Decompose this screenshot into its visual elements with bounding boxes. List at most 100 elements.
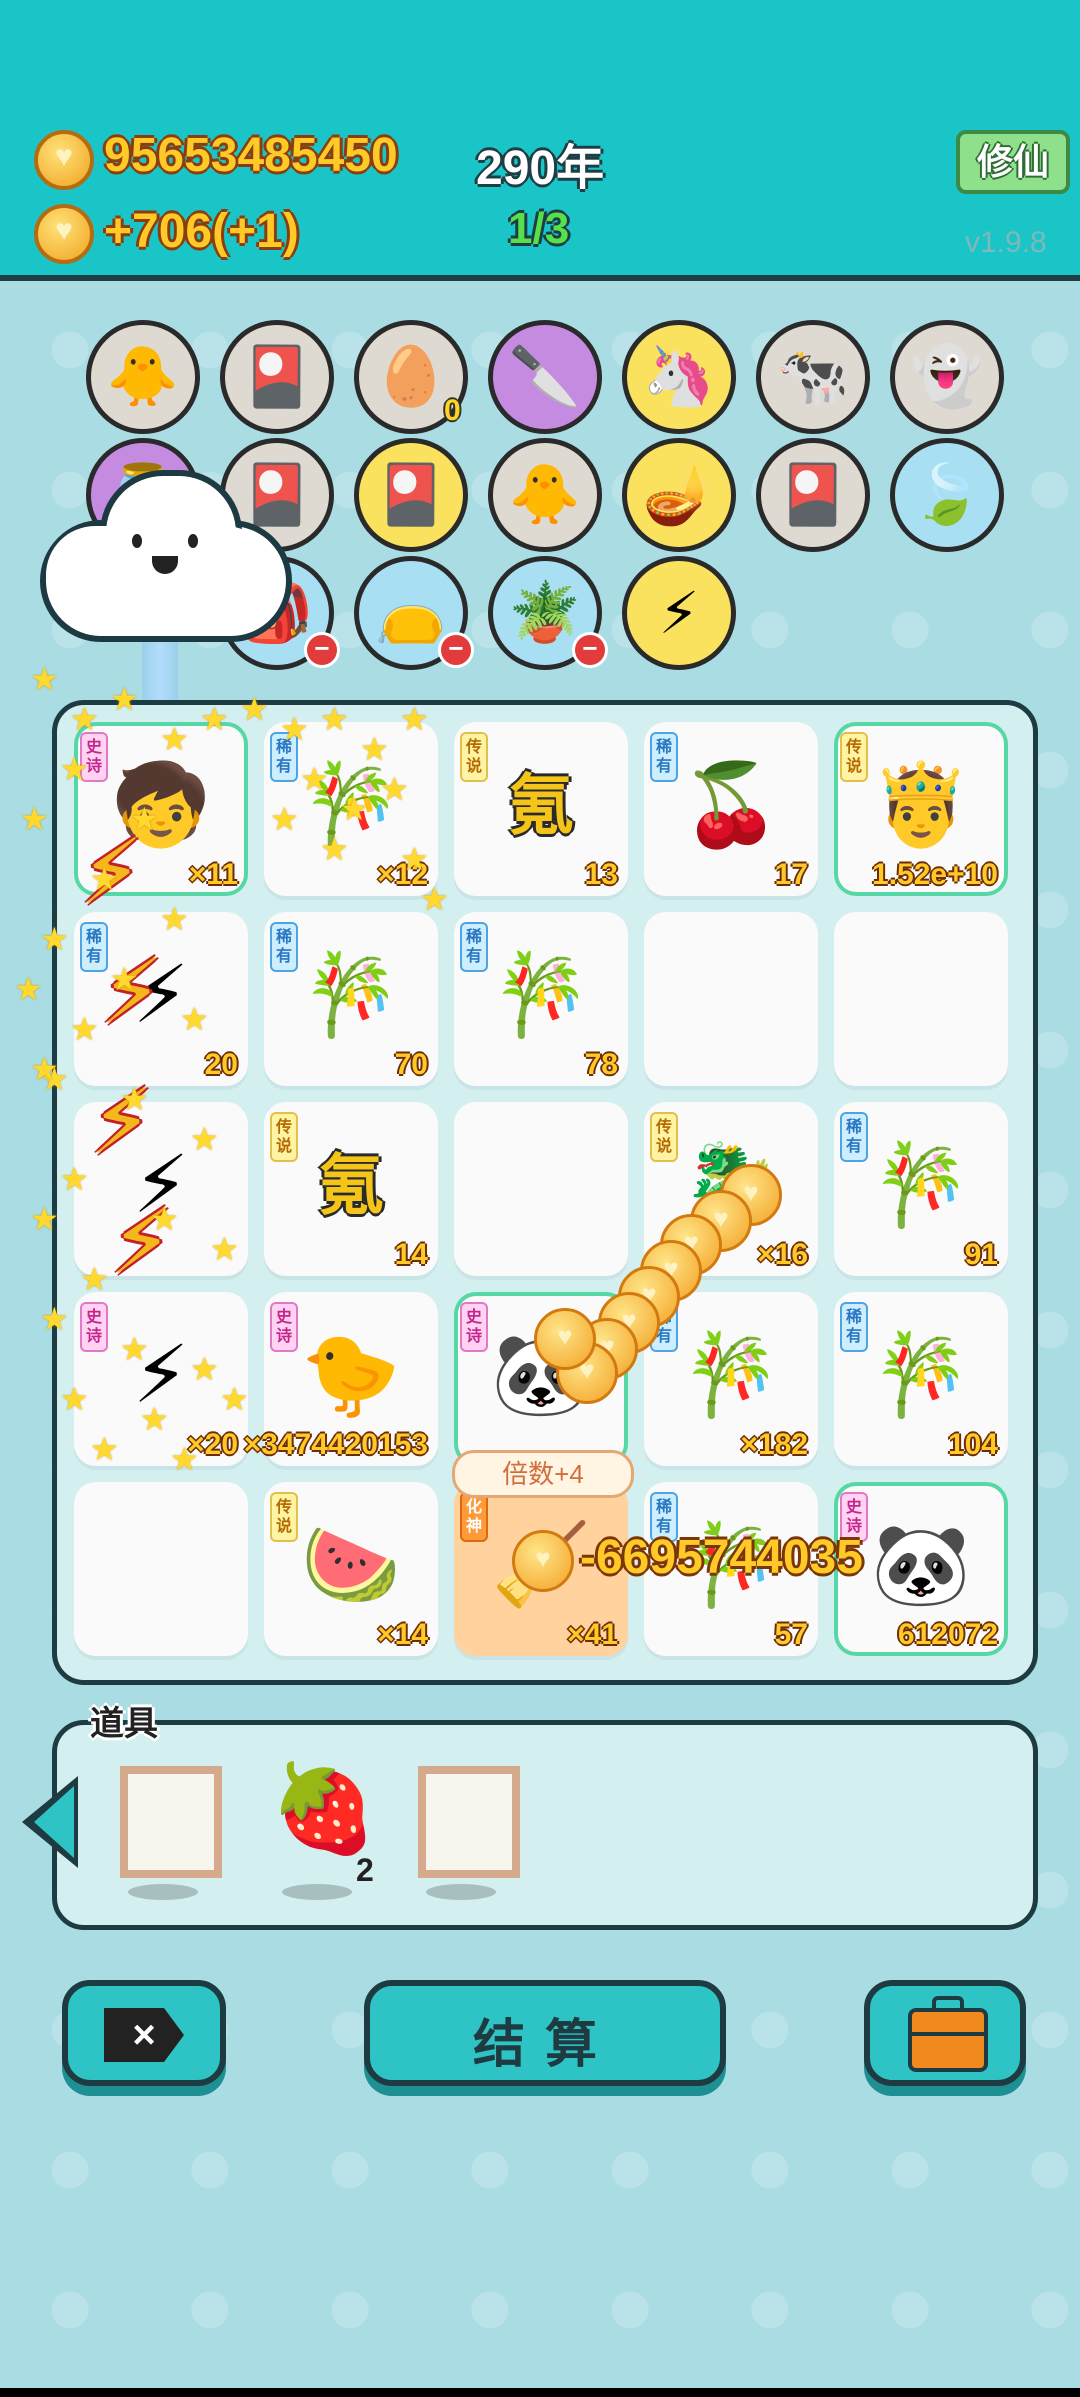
symbol-unicorn[interactable]: 🦄 (622, 320, 736, 434)
board-tile[interactable]: 传说 🍉 ×14 (264, 1482, 438, 1656)
tile-symbol-icon: 🍉 (301, 1520, 401, 1609)
quit-button[interactable]: × (62, 1980, 226, 2086)
star-particle-icon: ★ (70, 701, 99, 737)
tile-symbol-icon: 氪 (508, 768, 574, 842)
cloud-left-eye (132, 534, 142, 548)
board-tile[interactable] (74, 1482, 248, 1656)
star-particle-icon: ★ (90, 1431, 119, 1467)
star-particle-icon: ★ (270, 801, 299, 837)
tile-value: 104 (947, 1428, 998, 1461)
symbol-cleaver[interactable]: 🔪 (488, 320, 602, 434)
tile-value: 14 (394, 1238, 428, 1271)
star-particle-icon: ★ (160, 901, 189, 937)
close-icon: × (104, 2008, 184, 2062)
star-particle-icon: ★ (200, 701, 229, 737)
tile-value: ×16 (757, 1238, 808, 1271)
star-particle-icon: ★ (60, 1161, 89, 1197)
tile-value: 1.52e+10 (872, 858, 998, 891)
board-tile[interactable]: 稀有 🍒 17 (644, 722, 818, 896)
symbol-chick[interactable]: 🐥 (488, 438, 602, 552)
remove-symbol-icon[interactable]: − (304, 632, 340, 668)
board-tile[interactable]: 传说氪 14 (264, 1102, 438, 1276)
star-particle-icon: ★ (80, 1261, 109, 1297)
symbol-lightning[interactable]: ⚡ (622, 556, 736, 670)
strawberry-count: 2 (356, 1852, 374, 1888)
star-particle-icon: ★ (220, 1381, 249, 1417)
remove-symbol-icon[interactable]: − (572, 632, 608, 668)
star-particle-icon: ★ (30, 1201, 59, 1237)
tile-value: ×14 (377, 1618, 428, 1651)
board-tile[interactable]: 稀有 🎋 91 (834, 1102, 1008, 1276)
coins-total: 95653485450 (104, 129, 398, 182)
star-particle-icon: ★ (110, 681, 139, 717)
tile-value: ×182 (740, 1428, 808, 1461)
negative-value-popup: -6695744035 (580, 1531, 863, 1584)
xiuxian-mode-button[interactable]: 修仙 (956, 130, 1070, 194)
star-particle-icon: ★ (240, 691, 269, 727)
props-title: 道具 (90, 1705, 158, 1743)
star-particle-icon: ★ (40, 921, 69, 957)
cloud-character (40, 470, 292, 642)
symbol-pokeball-pack[interactable]: 🎴 (354, 438, 468, 552)
strawberry-prop-icon[interactable]: 🍓 (270, 1758, 377, 1859)
symbol-pokeball-pack[interactable]: 🎴 (220, 320, 334, 434)
symbol-magic-lamp[interactable]: 🪔 (622, 438, 736, 552)
tile-value: 612072 (897, 1618, 998, 1651)
prop-slot-empty[interactable] (120, 1766, 222, 1878)
tile-symbol-icon: 🎋 (301, 950, 401, 1039)
star-particle-icon: ★ (380, 771, 409, 807)
tile-symbol-icon: 🍒 (681, 760, 781, 849)
star-particle-icon: ★ (190, 1121, 219, 1157)
star-particle-icon: ★ (150, 1201, 179, 1237)
star-particle-icon: ★ (210, 1231, 239, 1267)
symbol-pokeball-pack[interactable]: 🎴 (756, 438, 870, 552)
star-particle-icon: ★ (320, 701, 349, 737)
tile-symbol-icon: 🐤 (301, 1330, 401, 1419)
version-label: v1.9.8 (965, 226, 1047, 259)
star-particle-icon: ★ (180, 1001, 209, 1037)
settle-button[interactable]: 结算 (364, 1980, 726, 2086)
board-tile[interactable] (454, 1102, 628, 1276)
board-tile[interactable]: 史诗 🐤 ×3474420153 (244, 1292, 438, 1466)
tile-value: 13 (584, 858, 618, 891)
star-particle-icon: ★ (110, 961, 139, 997)
board-tile[interactable]: 稀有 🎋 104 (834, 1292, 1008, 1466)
prop-slot-empty[interactable] (418, 1766, 520, 1878)
remove-symbol-icon[interactable]: − (438, 632, 474, 668)
tile-value: ×41 (567, 1618, 618, 1651)
star-particle-icon: ★ (130, 801, 159, 837)
tile-symbol-icon: 🎋 (871, 1330, 971, 1419)
symbol-chick[interactable]: 🐥 (86, 320, 200, 434)
tile-value: 78 (584, 1048, 618, 1081)
tile-symbol-icon: 🎋 (871, 1140, 971, 1229)
tile-value: 91 (964, 1238, 998, 1271)
props-scroll-left-fill (34, 1786, 74, 1858)
briefcase-icon (908, 1996, 988, 2072)
board-tile[interactable] (834, 912, 1008, 1086)
star-particle-icon: ★ (400, 841, 429, 877)
tile-value: ×3474420153 (243, 1428, 428, 1461)
star-particle-icon: ★ (20, 801, 49, 837)
tile-value: 17 (774, 858, 808, 891)
year-counter: 290年 (476, 142, 605, 195)
tile-symbol-icon: 氪 (318, 1148, 384, 1222)
symbol-cows[interactable]: 🐄 (756, 320, 870, 434)
symbol-leaf[interactable]: 🍃 (890, 438, 1004, 552)
board-tile[interactable]: 稀有 🎋 70 (264, 912, 438, 1086)
inventory-button[interactable] (864, 1980, 1026, 2086)
star-particle-icon: ★ (360, 731, 389, 767)
income-coin-icon (34, 204, 94, 264)
board-tile[interactable]: 传说 🤴 1.52e+10 (834, 722, 1008, 896)
board-tile[interactable]: 稀有 🎋 78 (454, 912, 628, 1086)
star-particle-icon: ★ (70, 1011, 99, 1047)
prop-shadow (426, 1884, 496, 1900)
star-particle-icon: ★ (60, 1381, 89, 1417)
board-tile[interactable] (644, 912, 818, 1086)
board-tile[interactable]: 传说氪 13 (454, 722, 628, 896)
coin-icon (34, 130, 94, 190)
multiplier-tip: 倍数+4 (452, 1450, 634, 1498)
round-counter: 1/3 (508, 204, 570, 253)
settle-label: 结算 (472, 2016, 617, 2074)
star-particle-icon: ★ (140, 1401, 169, 1437)
symbol-ghost[interactable]: 👻 (890, 320, 1004, 434)
